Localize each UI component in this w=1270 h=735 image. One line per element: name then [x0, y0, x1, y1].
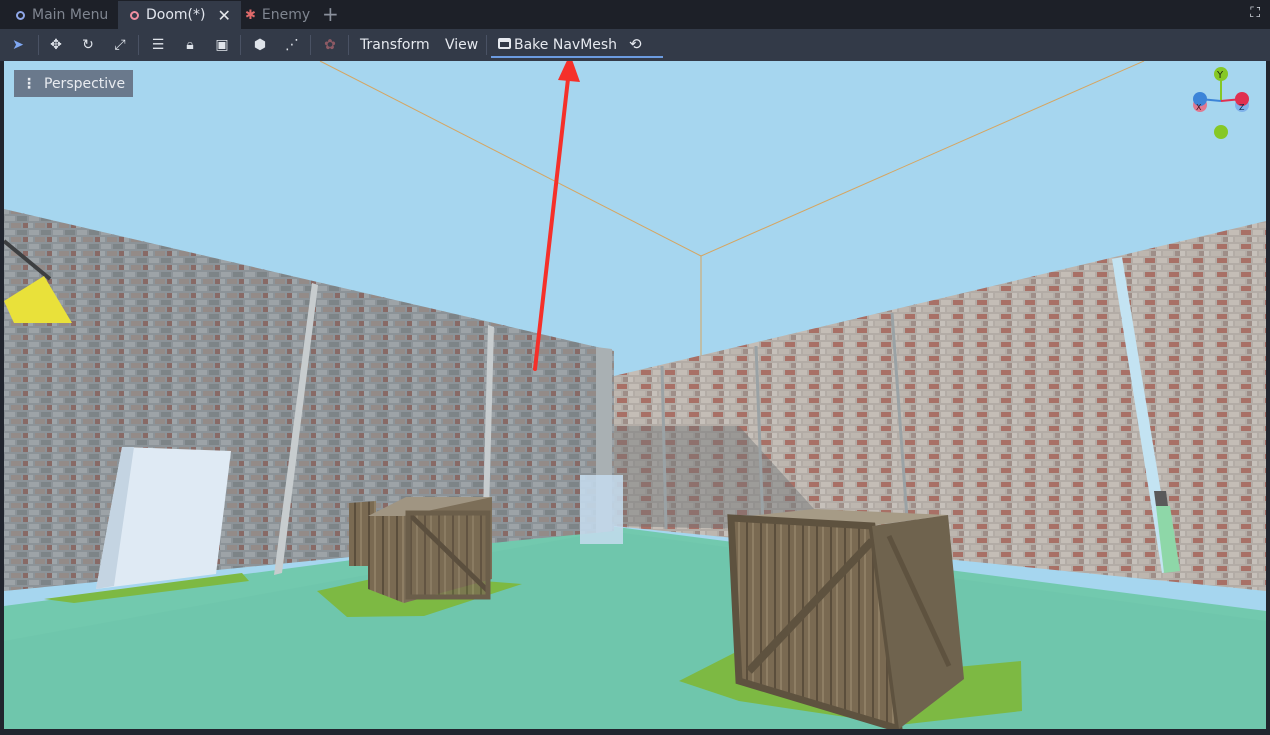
- tab-label: Main Menu: [32, 7, 109, 23]
- viewport-toolbar: ➤ ✥ ↻ ⤢ ☰ 🔒︎ ▣ ⬢ ⋰ ✿ Transform View Bake…: [0, 29, 1270, 61]
- toolbar-divider: [310, 35, 311, 55]
- camera-override-icon[interactable]: ✿: [318, 33, 342, 57]
- axis-y-label: Y: [1216, 70, 1224, 81]
- axis-z-label: Z: [1239, 103, 1245, 112]
- scene-render: Y X Z: [4, 61, 1266, 729]
- transform-menu[interactable]: Transform: [360, 37, 430, 53]
- list-select-icon[interactable]: ☰: [146, 33, 170, 57]
- local-space-icon[interactable]: ⬢: [248, 33, 272, 57]
- bake-navmesh-label: Bake NavMesh: [514, 37, 618, 53]
- 3d-viewport[interactable]: Y X Z: [4, 61, 1266, 729]
- tab-enemy[interactable]: ✱ Enemy: [233, 1, 320, 29]
- scale-tool-icon[interactable]: ⤢: [108, 33, 132, 57]
- bake-navmesh-button[interactable]: Bake NavMesh ⟲: [491, 32, 663, 58]
- kebab-menu-icon: ⋮: [22, 75, 36, 92]
- perspective-menu-button[interactable]: ⋮ Perspective: [14, 70, 134, 97]
- toolbar-divider: [486, 35, 487, 55]
- fullscreen-icon[interactable]: ⛶: [1250, 5, 1260, 21]
- tab-label: Enemy: [261, 7, 311, 23]
- select-tool-icon[interactable]: ➤: [6, 33, 30, 57]
- tab-label: Doom(*): [146, 7, 206, 23]
- add-tab-button[interactable]: +: [322, 1, 339, 27]
- move-tool-icon[interactable]: ✥: [44, 33, 68, 57]
- navmesh-icon: [498, 38, 511, 49]
- scene-node-icon: [130, 10, 139, 20]
- group-icon[interactable]: ▣: [210, 33, 234, 57]
- lock-icon[interactable]: 🔒︎: [178, 33, 202, 57]
- tab-doom[interactable]: Doom(*) ✕: [118, 1, 241, 29]
- toolbar-divider: [138, 35, 139, 55]
- axis-x-label: X: [1196, 103, 1202, 112]
- perspective-label: Perspective: [44, 75, 126, 92]
- toolbar-divider: [38, 35, 39, 55]
- close-icon[interactable]: ✕: [217, 6, 230, 25]
- enemy-scene-icon: ✱: [245, 7, 256, 23]
- scene-tab-bar: Main Menu Doom(*) ✕ ✱ Enemy + ⛶: [0, 0, 1270, 29]
- scene-node-icon: [16, 10, 25, 20]
- clear-navmesh-icon[interactable]: ⟲: [629, 35, 642, 53]
- toolbar-divider: [348, 35, 349, 55]
- rotate-tool-icon[interactable]: ↻: [76, 33, 100, 57]
- view-menu[interactable]: View: [445, 37, 478, 53]
- tab-main-menu[interactable]: Main Menu: [4, 1, 118, 29]
- toolbar-divider: [240, 35, 241, 55]
- snap-icon[interactable]: ⋰: [280, 33, 304, 57]
